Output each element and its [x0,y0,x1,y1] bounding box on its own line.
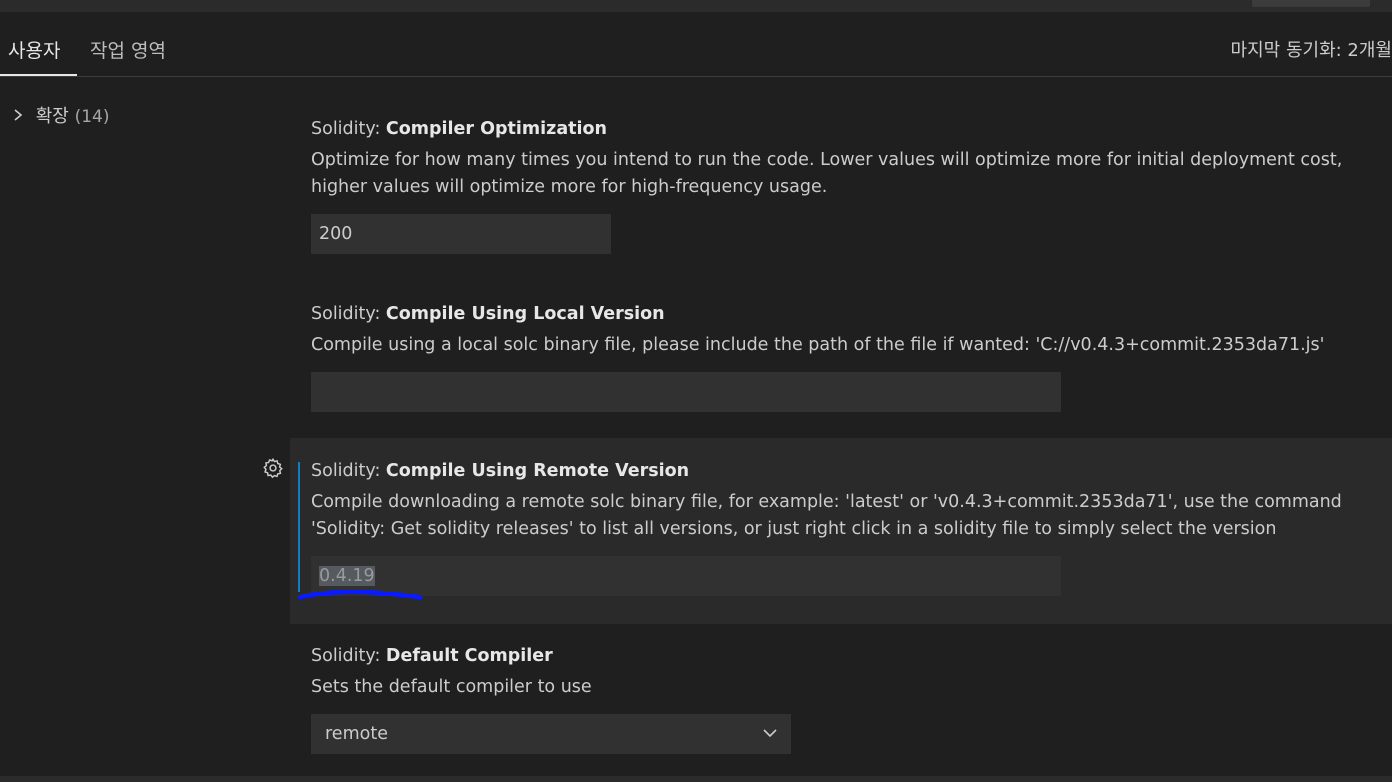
focus-indicator [298,462,300,592]
select-value: remote [325,724,388,744]
setting-title: Solidity: Compile Using Local Version [311,304,665,324]
setting-title: Solidity: Default Compiler [311,646,553,666]
setting-description: Compile downloading a remote solc binary… [311,492,1342,539]
setting-description: Compile using a local solc binary file, … [311,335,1325,355]
chevron-right-icon [12,106,30,127]
local-version-input[interactable] [311,372,1061,412]
setting-description: Optimize for how many times you intend t… [311,150,1343,197]
setting-compile-local-version: Solidity: Compile Using Local Version Co… [290,290,1392,430]
tab-workspace[interactable]: 작업 영역 [90,36,166,63]
top-action-button[interactable] [1252,0,1370,7]
settings-scope-tabs: 사용자 작업 영역 마지막 동기화: 2개월 [0,12,1392,77]
setting-compiler-optimization: Solidity: Compiler Optimization Optimize… [290,105,1392,275]
bottom-divider [0,776,1392,782]
last-sync-status: 마지막 동기화: 2개월 [1230,40,1392,61]
compiler-optimization-input[interactable]: 200 [311,214,611,254]
chevron-down-icon [763,729,777,738]
toc-item-extensions[interactable]: 확장 (14) [12,102,110,128]
annotation-underline [297,589,423,600]
active-tab-indicator [0,74,77,76]
top-strip [0,0,1392,12]
selected-text: 0.4.19 [319,566,375,586]
toc-item-label: 확장 [35,106,69,127]
gear-icon[interactable] [262,457,284,479]
setting-default-compiler: Solidity: Default Compiler Sets the defa… [290,632,1392,776]
setting-title: Solidity: Compiler Optimization [311,119,607,139]
setting-title: Solidity: Compile Using Remote Version [311,461,690,481]
tab-user[interactable]: 사용자 [8,36,60,63]
toc-item-count: (14) [74,107,110,127]
setting-compile-remote-version: Solidity: Compile Using Remote Version C… [290,438,1392,624]
setting-description: Sets the default compiler to use [311,677,592,697]
default-compiler-select[interactable]: remote [311,714,791,754]
